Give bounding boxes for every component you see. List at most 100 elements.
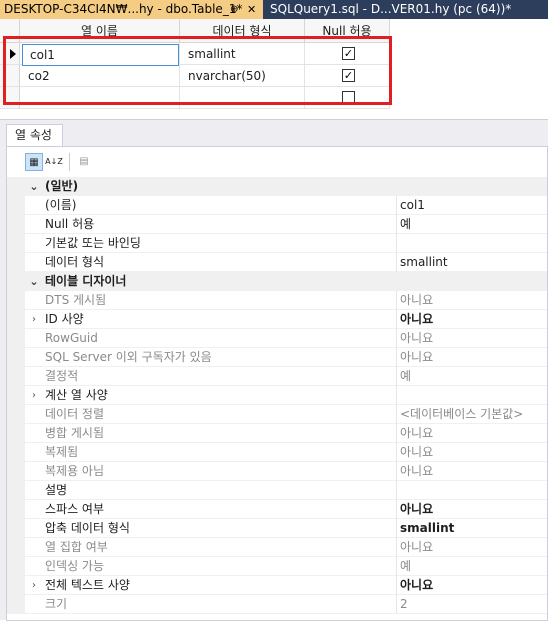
property-row[interactable]: 복제됨 아니요 — [7, 443, 547, 462]
categorized-icon[interactable]: ▦ — [25, 153, 43, 171]
property-value[interactable] — [400, 234, 547, 253]
property-row[interactable]: 복제용 아님 아니요 — [7, 462, 547, 481]
property-value[interactable]: 아니요 — [400, 291, 547, 310]
property-name: 병합 게시됨 — [45, 424, 397, 443]
property-value[interactable]: <데이터베이스 기본값> — [400, 405, 547, 424]
collapse-icon[interactable]: ⌄ — [27, 177, 41, 196]
property-row[interactable]: 스파스 여부 아니요 — [7, 500, 547, 519]
property-value[interactable]: col1 — [400, 196, 547, 215]
column-name-cell[interactable] — [20, 87, 180, 109]
tab-column-properties[interactable]: 열 속성 — [6, 124, 63, 146]
header-column-name: 열 이름 — [20, 19, 180, 43]
data-type-cell[interactable]: nvarchar(50) — [180, 65, 305, 87]
column-name-cell[interactable]: co2 — [20, 65, 180, 87]
property-row[interactable]: › ID 사양 아니요 — [7, 310, 547, 329]
row-selector[interactable] — [0, 43, 20, 65]
row-gutter — [7, 329, 25, 348]
property-row[interactable]: 압축 데이터 형식 smallint — [7, 519, 547, 538]
collapse-icon[interactable]: ⌄ — [27, 272, 41, 291]
row-gutter — [7, 595, 25, 614]
property-value[interactable]: 아니요 — [400, 348, 547, 367]
property-row[interactable]: SQL Server 이외 구독자가 있음 아니요 — [7, 348, 547, 367]
pin-icon[interactable]: ⊕ — [230, 0, 238, 19]
allow-null-checkbox[interactable] — [342, 91, 355, 104]
allow-null-cell[interactable]: ✓ — [305, 65, 390, 87]
property-value[interactable]: smallint — [400, 253, 547, 272]
property-row[interactable]: DTS 게시됨 아니요 — [7, 291, 547, 310]
close-icon[interactable]: ✕ — [247, 0, 256, 19]
row-gutter — [7, 348, 25, 367]
property-row[interactable]: › 계산 열 사양 — [7, 386, 547, 405]
row-gutter — [7, 443, 25, 462]
property-row[interactable]: 데이터 형식 smallint — [7, 253, 547, 272]
allow-null-checkbox[interactable]: ✓ — [342, 69, 355, 82]
property-name: 테이블 디자이너 — [45, 274, 127, 288]
properties-body: ▦ A↓Z ▤ ⌄ (일반) (이름) col1 Null 허용 예 기본값 또는 바인딩 데… — [6, 146, 548, 621]
property-name: ID 사양 — [45, 310, 397, 329]
row-gutter — [7, 519, 25, 538]
tab-title: DESKTOP-C34CI4N₩...hy - dbo.Table_1* — [4, 2, 243, 16]
property-name: 크기 — [45, 595, 397, 614]
property-row[interactable]: RowGuid 아니요 — [7, 329, 547, 348]
property-value[interactable]: 2 — [400, 595, 547, 614]
property-row[interactable]: 설명 — [7, 481, 547, 500]
property-value[interactable] — [400, 386, 547, 405]
property-row[interactable]: (이름) col1 — [7, 196, 547, 215]
property-value[interactable]: 아니요 — [400, 462, 547, 481]
tab-table-designer[interactable]: DESKTOP-C34CI4N₩...hy - dbo.Table_1* ⊕ ✕ — [0, 0, 263, 19]
property-name: 인덱싱 가능 — [45, 557, 397, 576]
property-name: (이름) — [45, 196, 397, 215]
expand-icon[interactable]: › — [27, 386, 41, 405]
data-type-cell[interactable]: smallint — [180, 43, 305, 65]
property-value[interactable]: 예 — [400, 367, 547, 386]
column-name-input[interactable]: col1 — [22, 44, 179, 66]
property-name: 압축 데이터 형식 — [45, 519, 397, 538]
row-gutter — [7, 424, 25, 443]
row-gutter — [7, 310, 25, 329]
property-value[interactable]: 아니요 — [400, 443, 547, 462]
property-name: 계산 열 사양 — [45, 386, 397, 405]
property-row[interactable]: Null 허용 예 — [7, 215, 547, 234]
property-row[interactable]: 결정적 예 — [7, 367, 547, 386]
property-category[interactable]: ⌄ (일반) — [7, 177, 547, 196]
allow-null-checkbox[interactable]: ✓ — [342, 47, 355, 60]
row-gutter — [7, 481, 25, 500]
row-gutter — [7, 253, 25, 272]
allow-null-cell[interactable] — [305, 87, 390, 109]
row-gutter — [7, 367, 25, 386]
allow-null-cell[interactable]: ✓ — [305, 43, 390, 65]
property-row[interactable]: 병합 게시됨 아니요 — [7, 424, 547, 443]
property-row[interactable]: 데이터 정렬 <데이터베이스 기본값> — [7, 405, 547, 424]
data-type-cell[interactable] — [180, 87, 305, 109]
alphabetical-sort-icon[interactable]: A↓Z — [45, 153, 63, 171]
property-row[interactable]: 열 집합 여부 아니요 — [7, 538, 547, 557]
row-gutter — [7, 557, 25, 576]
row-gutter — [7, 177, 25, 196]
expand-icon[interactable]: › — [27, 310, 41, 329]
property-value[interactable]: smallint — [400, 519, 547, 538]
property-value[interactable]: 아니요 — [400, 500, 547, 519]
property-value[interactable]: 아니요 — [400, 329, 547, 348]
property-name: 데이터 형식 — [45, 253, 397, 272]
property-grid: ⌄ (일반) (이름) col1 Null 허용 예 기본값 또는 바인딩 데이터 형식 sma… — [7, 177, 547, 614]
property-row[interactable]: › 전체 텍스트 사양 아니요 — [7, 576, 547, 595]
row-selector[interactable] — [0, 87, 20, 109]
property-value[interactable]: 아니요 — [400, 424, 547, 443]
property-category[interactable]: ⌄ 테이블 디자이너 — [7, 272, 547, 291]
property-pages-icon[interactable]: ▤ — [75, 153, 93, 171]
property-value[interactable] — [400, 481, 547, 500]
property-value[interactable]: 예 — [400, 557, 547, 576]
expand-icon[interactable]: › — [27, 576, 41, 595]
property-value[interactable]: 예 — [400, 215, 547, 234]
property-row[interactable]: 인덱싱 가능 예 — [7, 557, 547, 576]
tab-sql-query[interactable]: SQLQuery1.sql - D...VER01.hy (pc (64))* — [266, 0, 548, 19]
property-value[interactable]: 아니요 — [400, 538, 547, 557]
property-row[interactable]: 기본값 또는 바인딩 — [7, 234, 547, 253]
column-properties-panel: 열 속성 ▦ A↓Z ▤ ⌄ (일반) (이름) col1 Null 허용 예 기본값 또는… — [0, 119, 548, 621]
row-selector[interactable] — [0, 65, 20, 87]
property-name: DTS 게시됨 — [45, 291, 397, 310]
property-value[interactable]: 아니요 — [400, 310, 547, 329]
row-gutter — [7, 462, 25, 481]
property-value[interactable]: 아니요 — [400, 576, 547, 595]
property-row[interactable]: 크기 2 — [7, 595, 547, 614]
